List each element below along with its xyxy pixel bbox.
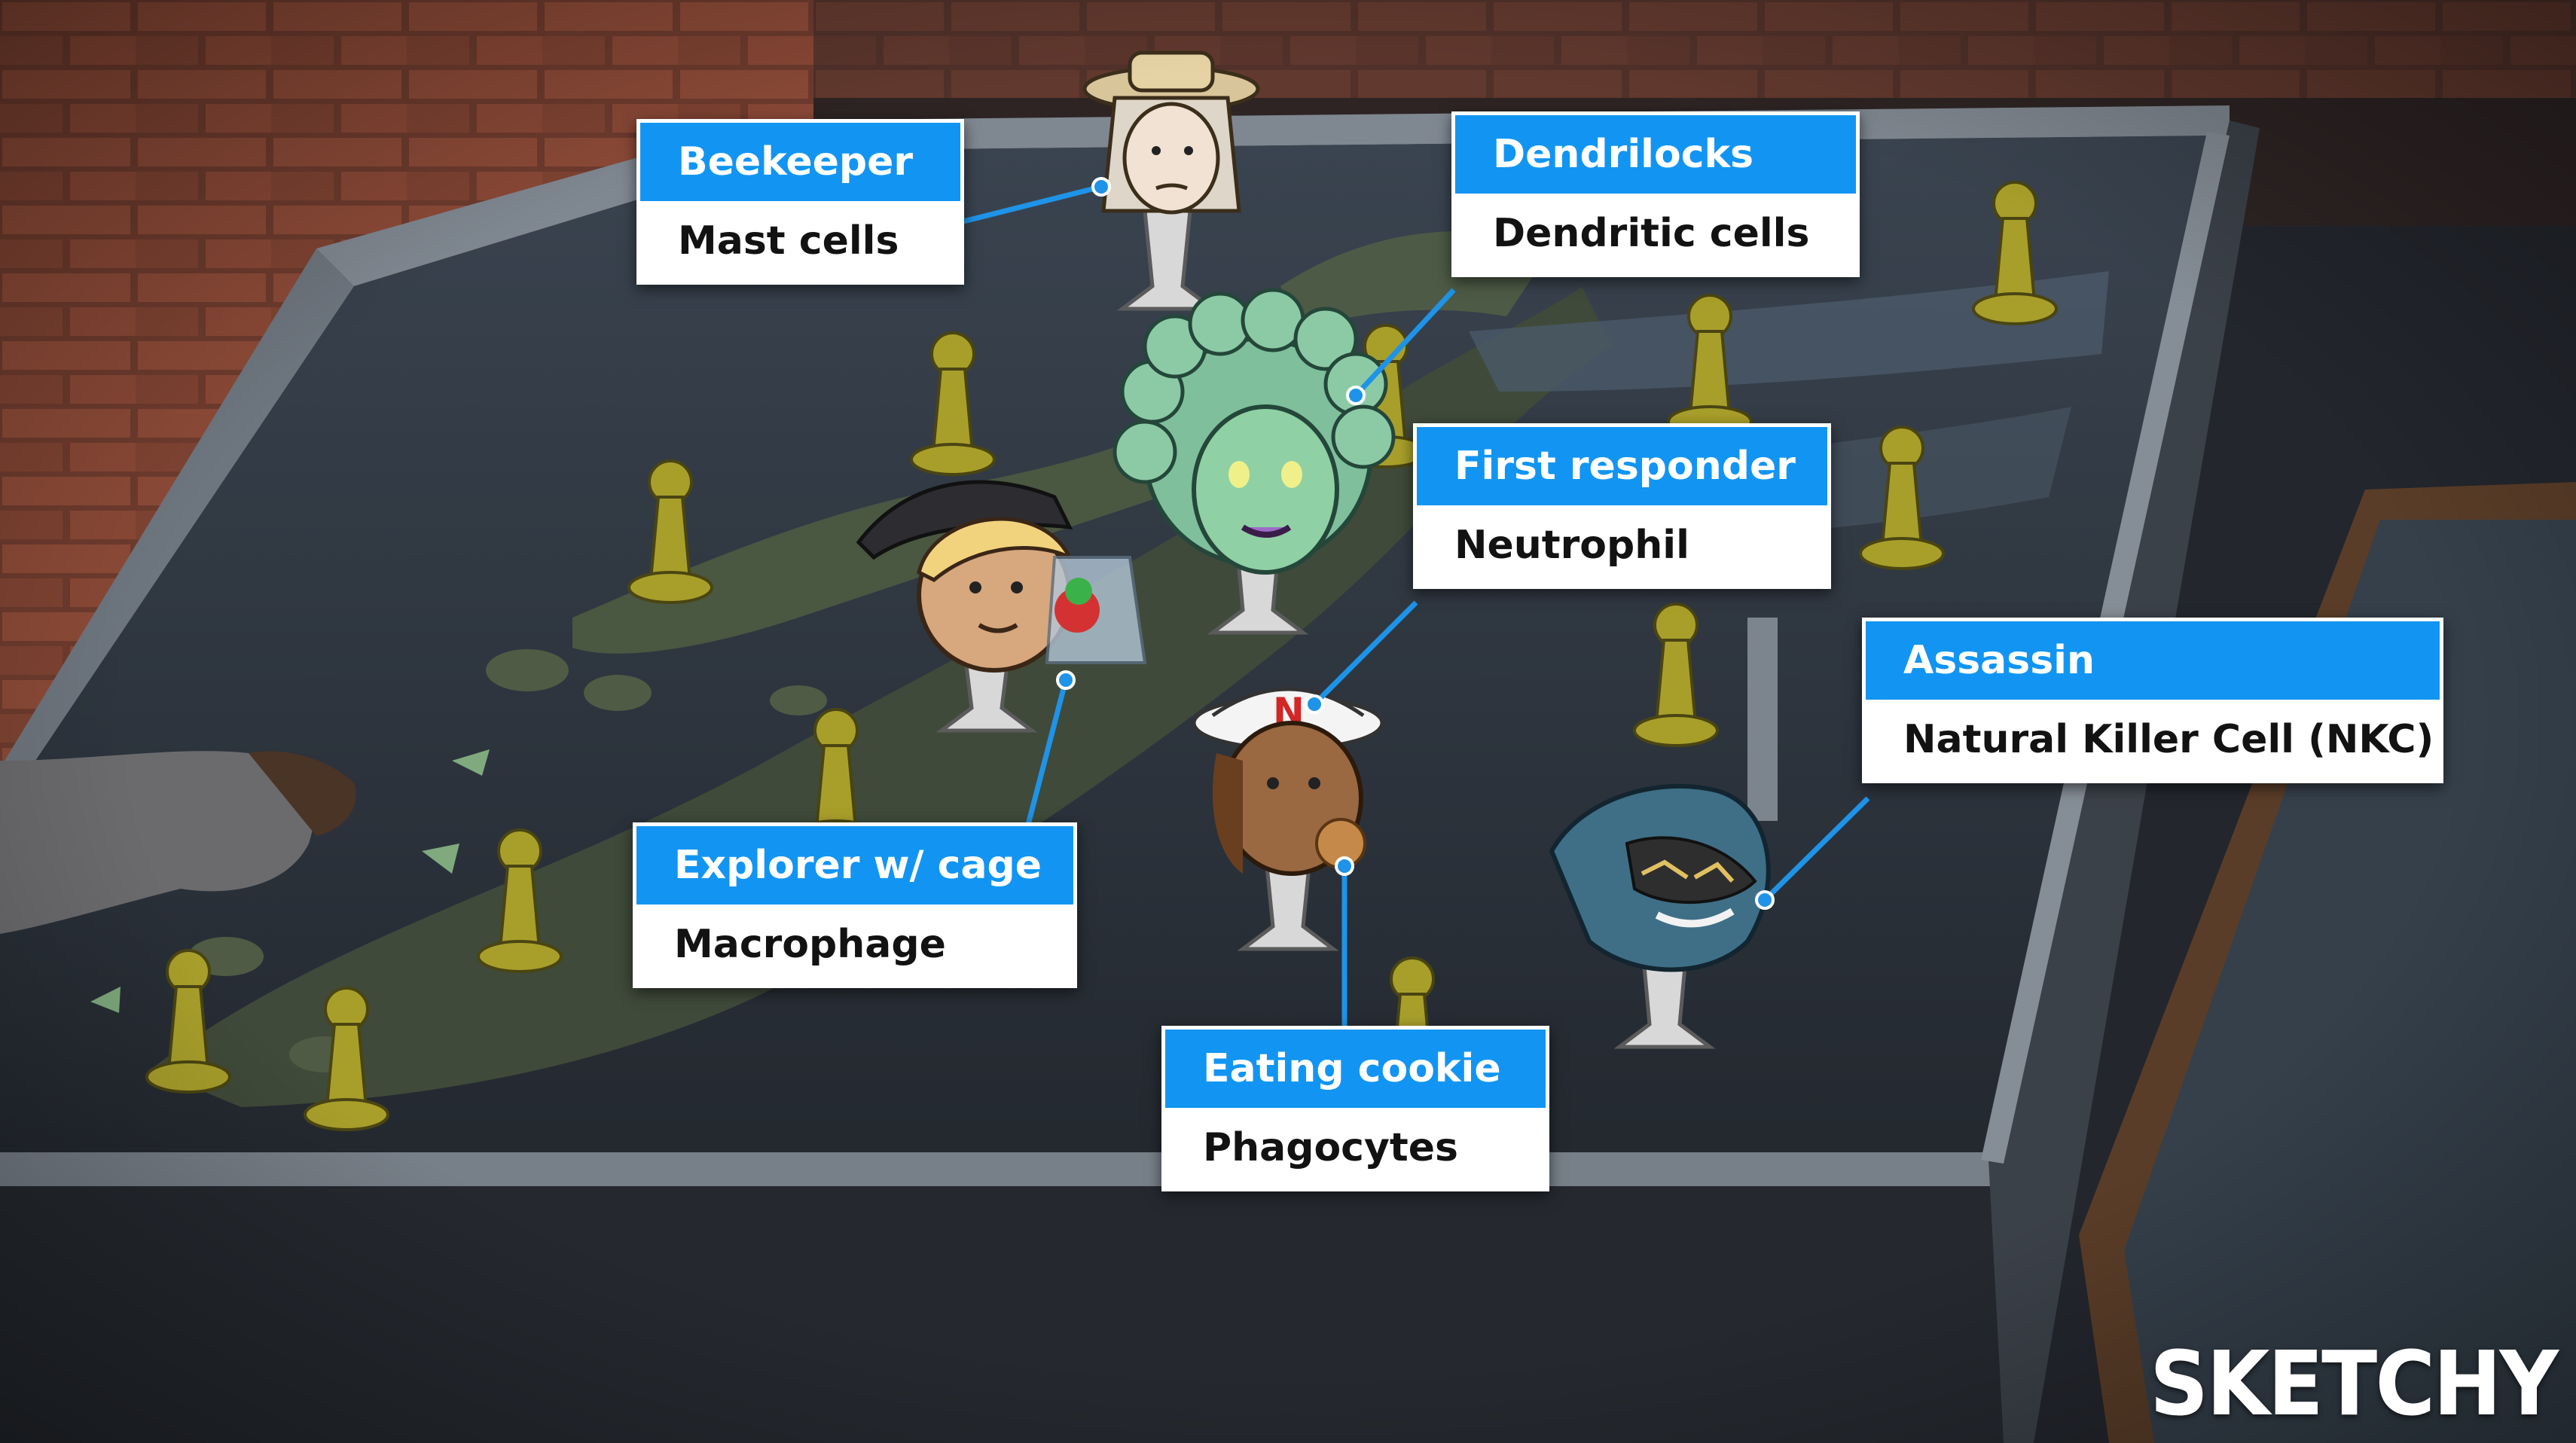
callout-subtitle: Neutrophil [1417, 505, 1827, 585]
callout-subtitle: Macrophage [636, 905, 1073, 984]
callout-title: Eating cookie [1165, 1030, 1546, 1108]
callout-explorer: Explorer w/ cage Macrophage [633, 822, 1077, 988]
callout-first-responder: First responder Neutrophil [1413, 423, 1831, 589]
callout-dendrilocks: Dendrilocks Dendritic cells [1451, 111, 1860, 277]
callout-assassin: Assassin Natural Killer Cell (NKC) [1862, 618, 2443, 783]
callout-title: Assassin [1866, 621, 2440, 700]
callout-title: Dendrilocks [1455, 115, 1856, 194]
callout-subtitle: Phagocytes [1165, 1108, 1546, 1188]
callout-title: First responder [1417, 427, 1827, 505]
illustration-scene: N Beekeeper Mast cells Dendrilocks Dendr… [0, 0, 2576, 1443]
callout-subtitle: Dendritic cells [1455, 194, 1856, 273]
callout-title: Explorer w/ cage [636, 826, 1073, 905]
callout-subtitle: Mast cells [640, 201, 960, 281]
callout-eating-cookie: Eating cookie Phagocytes [1161, 1026, 1549, 1191]
callout-subtitle: Natural Killer Cell (NKC) [1866, 700, 2440, 779]
sketchy-logo: SKETCHY [2149, 1332, 2559, 1435]
callout-beekeeper: Beekeeper Mast cells [636, 119, 964, 285]
callout-title: Beekeeper [640, 123, 960, 201]
